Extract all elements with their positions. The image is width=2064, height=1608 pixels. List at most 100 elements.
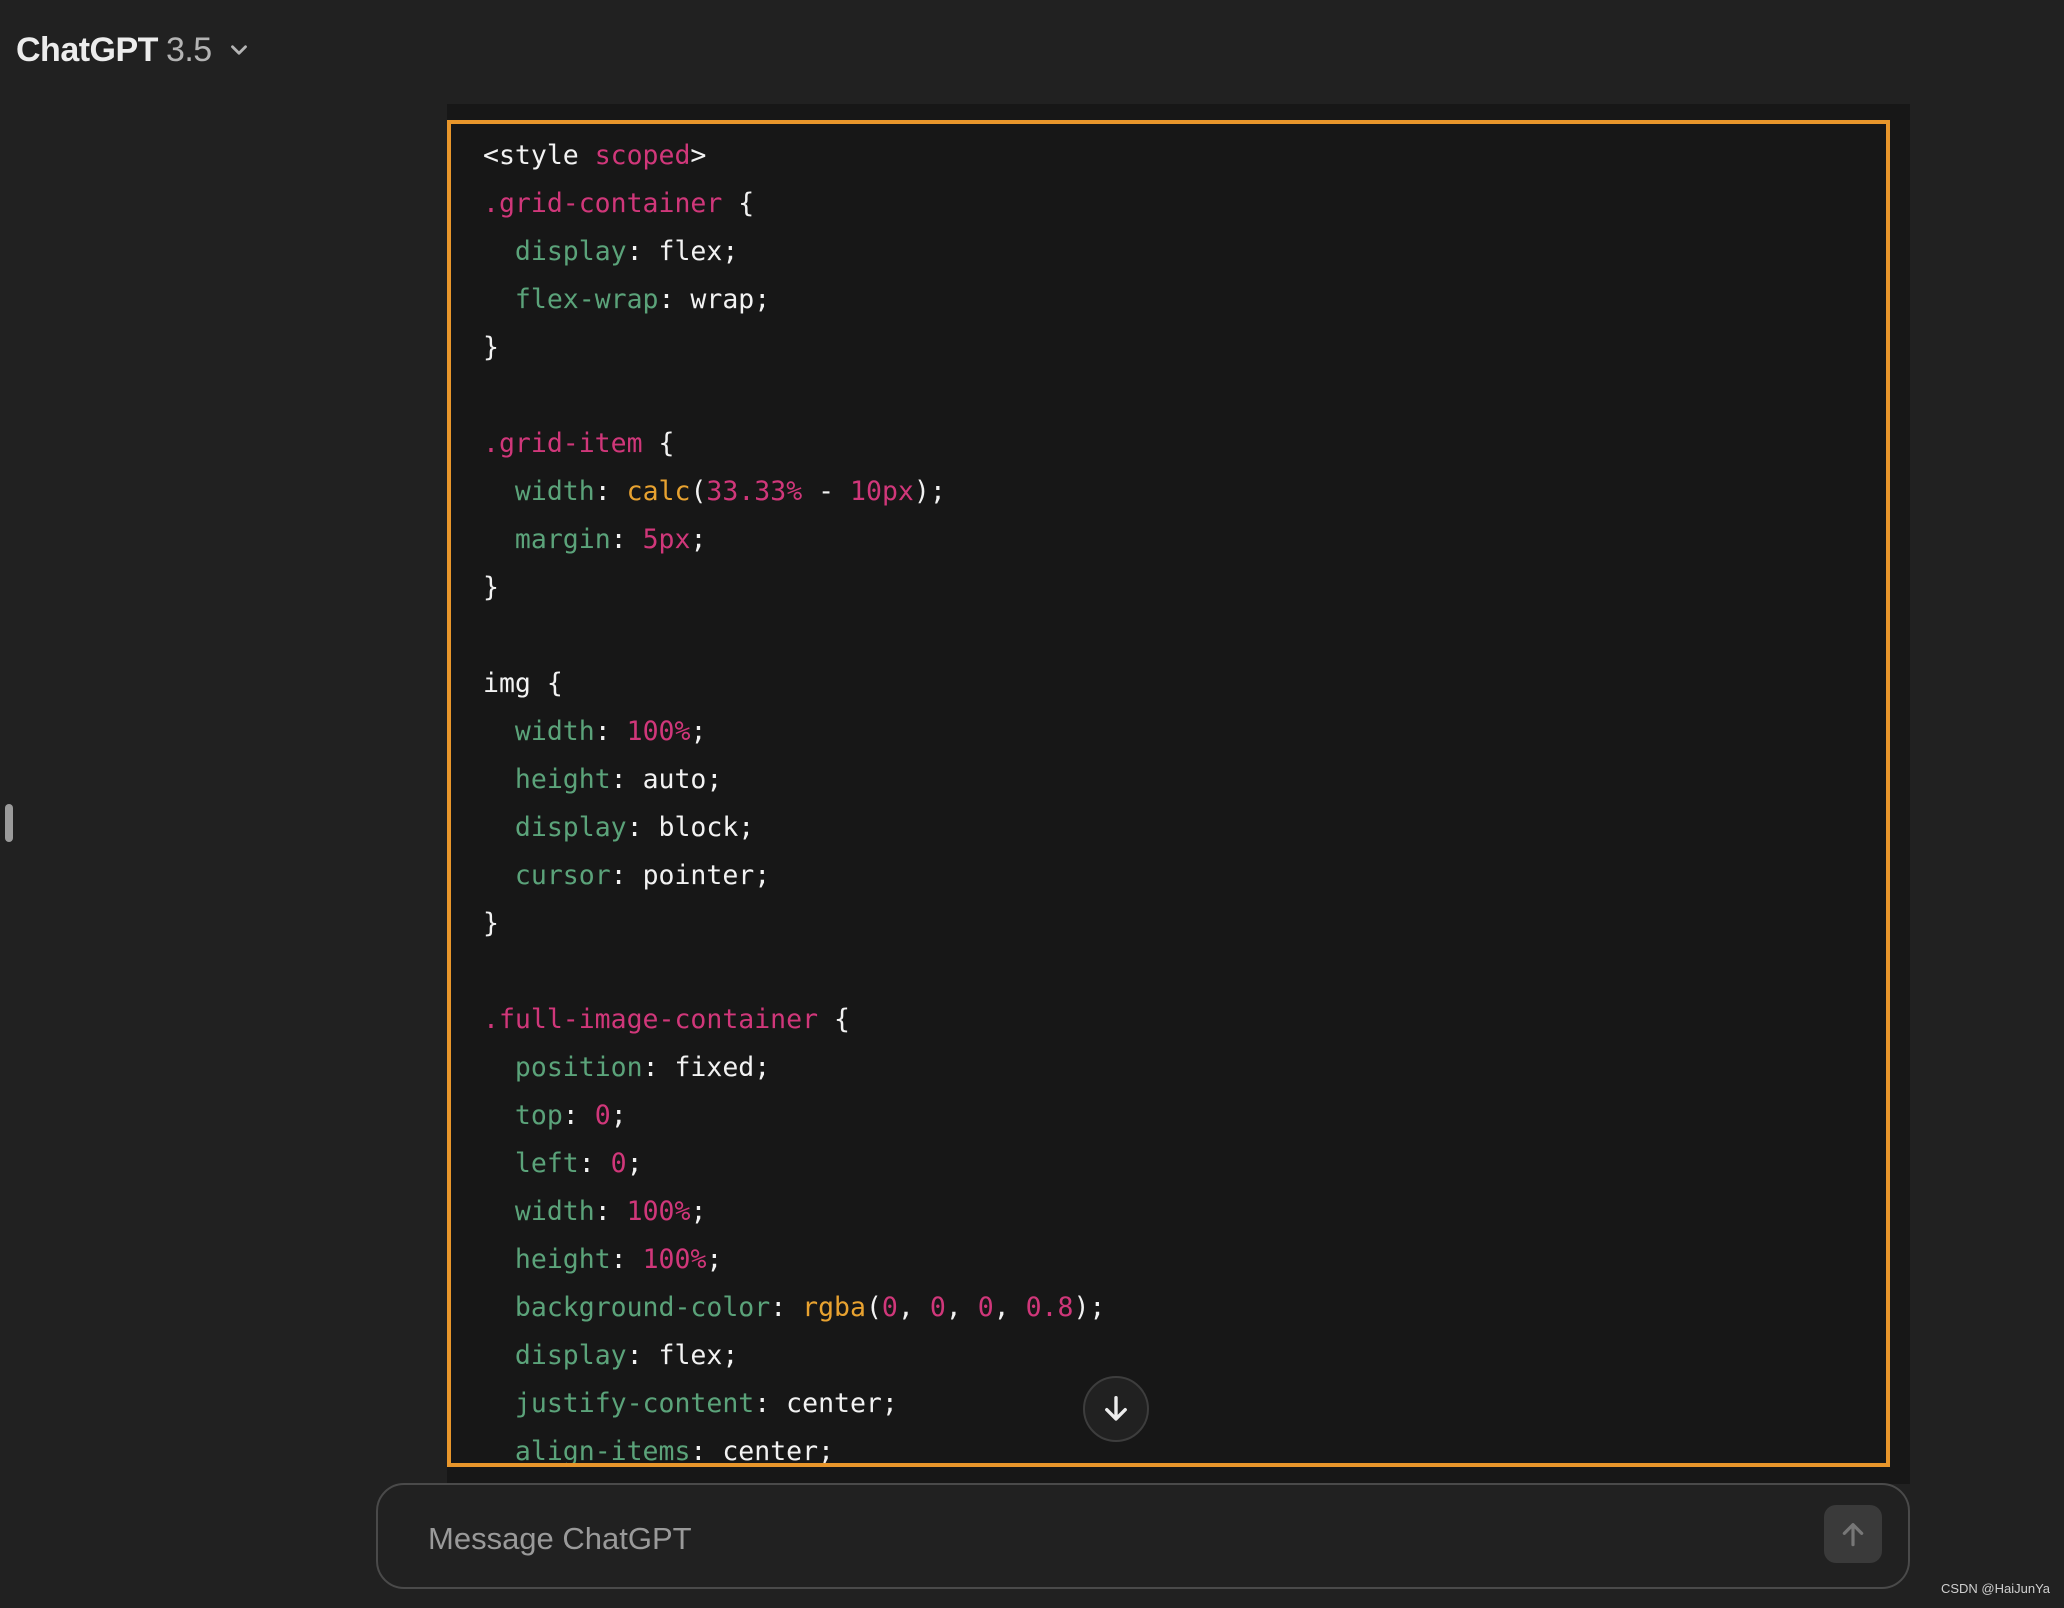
code-token-num: 100% <box>626 716 691 747</box>
code-line: height: auto; <box>483 756 1105 804</box>
code-token-plain: { <box>642 428 675 459</box>
code-token-plain: ); <box>1073 1292 1106 1323</box>
message-input[interactable] <box>426 1513 1770 1565</box>
code-line: width: 100%; <box>483 708 1105 756</box>
code-line: align-items: center; <box>483 1428 1105 1467</box>
code-token-num: 0 <box>610 1148 627 1179</box>
code-token-plain: { <box>722 188 755 219</box>
code-token-num: 100% <box>642 1244 707 1275</box>
code-token-num: 100% <box>626 1196 691 1227</box>
code-token-num: 0.8 <box>1025 1292 1074 1323</box>
highlighted-code-region: <style scoped> .grid-container { display:… <box>447 120 1890 1467</box>
code-token-plain: : <box>562 1100 595 1131</box>
code-token-sel: .grid-container <box>483 188 723 219</box>
code-line: background-color: rgba(0, 0, 0, 0.8); <box>483 1284 1105 1332</box>
code-token-plain: ; <box>690 524 707 555</box>
code-line: margin: 5px; <box>483 516 1105 564</box>
code-token-prop: width <box>514 1196 595 1227</box>
scroll-to-bottom-button[interactable] <box>1083 1376 1149 1442</box>
code-token-plain: , <box>945 1292 978 1323</box>
code-token-plain: ; <box>706 1244 723 1275</box>
code-token-plain: : <box>594 476 627 507</box>
code-line: } <box>483 900 1105 948</box>
code-token-num: 0 <box>594 1100 611 1131</box>
code-token-prop: background-color <box>514 1292 771 1323</box>
code-line: display: flex; <box>483 228 1105 276</box>
code-line: justify-content: center; <box>483 1380 1105 1428</box>
code-token-plain: img { <box>483 668 563 699</box>
code-token-prop: align-items <box>514 1436 691 1467</box>
code-token-prop: cursor <box>514 860 611 891</box>
code-token-plain: } <box>483 908 499 939</box>
code-token-prop: justify-content <box>514 1388 755 1419</box>
code-token-plain: : <box>770 1292 803 1323</box>
code-token-plain: ( <box>865 1292 882 1323</box>
code-token-prop: display <box>514 236 627 267</box>
code-token-num: 10px <box>850 476 914 507</box>
code-line: } <box>483 564 1105 612</box>
code-token-plain: { <box>818 1004 850 1035</box>
code-token-sel: .grid-item <box>483 428 643 459</box>
code-token-num: 0 <box>977 1292 994 1323</box>
code-token-plain: <style <box>483 140 595 171</box>
code-token-plain: : flex; <box>626 1340 739 1371</box>
code-line: width: 100%; <box>483 1188 1105 1236</box>
code-content: <style scoped> .grid-container { display:… <box>483 132 1105 1467</box>
code-token-prop: height <box>514 1244 611 1275</box>
code-line: left: 0; <box>483 1140 1105 1188</box>
code-line: flex-wrap: wrap; <box>483 276 1105 324</box>
code-token-prop: top <box>514 1100 563 1131</box>
code-token-prop: position <box>514 1052 643 1083</box>
code-token-plain: : wrap; <box>658 284 771 315</box>
code-line: .grid-item { <box>483 420 1105 468</box>
code-token-num: 0 <box>881 1292 898 1323</box>
code-token-prop: left <box>514 1148 579 1179</box>
code-token-fn: rgba <box>802 1292 866 1323</box>
model-switcher[interactable]: ChatGPT 3.5 <box>16 22 252 78</box>
code-token-plain: ; <box>690 1196 707 1227</box>
code-token-plain: : <box>594 716 627 747</box>
code-line: display: flex; <box>483 1332 1105 1380</box>
code-token-fn: calc <box>626 476 691 507</box>
code-token-plain: , <box>897 1292 930 1323</box>
code-token-plain: } <box>483 332 499 363</box>
code-token-plain: : pointer; <box>610 860 771 891</box>
code-line: top: 0; <box>483 1092 1105 1140</box>
code-token-plain: > <box>690 140 707 171</box>
send-button[interactable] <box>1824 1505 1882 1563</box>
arrow-up-icon <box>1842 1523 1864 1547</box>
code-token-sel: .full-image-container <box>483 1004 819 1035</box>
code-token-plain: ; <box>610 1100 627 1131</box>
code-token-prop: display <box>514 1340 627 1371</box>
code-line: .grid-container { <box>483 180 1105 228</box>
code-token-plain: : flex; <box>626 236 739 267</box>
code-token-plain: ; <box>690 716 707 747</box>
code-line: } <box>483 324 1105 372</box>
sidebar-toggle-handle[interactable] <box>5 804 13 842</box>
watermark: CSDN @HaiJunYa <box>1940 1581 2050 1596</box>
code-token-attr: scoped <box>594 140 691 171</box>
code-line: position: fixed; <box>483 1044 1105 1092</box>
code-token-num: 0 <box>929 1292 946 1323</box>
code-token-plain: : <box>594 1196 627 1227</box>
code-token-plain: - <box>802 476 851 507</box>
code-token-prop: width <box>514 716 595 747</box>
code-line: height: 100%; <box>483 1236 1105 1284</box>
code-line: .full-image-container { <box>483 996 1105 1044</box>
code-token-plain: ( <box>690 476 707 507</box>
